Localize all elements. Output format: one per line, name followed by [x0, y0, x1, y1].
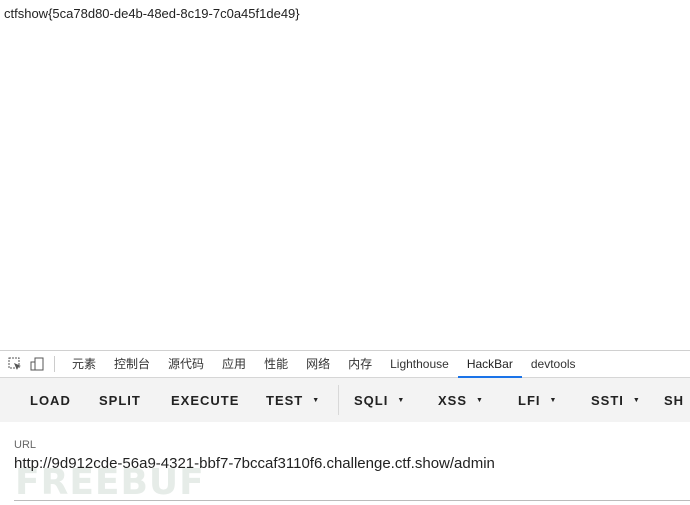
test-label: TEST — [266, 392, 304, 408]
caret-down-icon: ▼ — [312, 396, 321, 404]
sqli-label: SQLI — [354, 392, 389, 408]
url-underline — [14, 500, 690, 501]
execute-label: EXECUTE — [171, 392, 240, 408]
tab-elements[interactable]: 元素 — [63, 351, 105, 378]
shell-dropdown[interactable]: SH — [664, 378, 684, 422]
tab-lighthouse[interactable]: Lighthouse — [381, 351, 458, 378]
tab-memory[interactable]: 内存 — [339, 351, 381, 378]
flag-text: ctfshow{5ca78d80-de4b-48ed-8c19-7c0a45f1… — [4, 6, 300, 21]
devtools-tabbar: 元素 控制台 源代码 应用 性能 网络 内存 Lighthouse HackBa… — [0, 351, 690, 378]
tab-console[interactable]: 控制台 — [105, 351, 159, 378]
url-field[interactable]: URL http://9d912cde-56a9-4321-bbf7-7bcca… — [14, 439, 690, 472]
lfi-dropdown[interactable]: LFI ▼ — [518, 378, 557, 422]
xss-dropdown[interactable]: XSS ▼ — [438, 378, 484, 422]
caret-down-icon: ▼ — [549, 396, 558, 404]
tab-sources[interactable]: 源代码 — [159, 351, 213, 378]
url-label: URL — [14, 439, 37, 451]
caret-down-icon: ▼ — [476, 396, 484, 404]
divider — [54, 356, 55, 372]
caret-down-icon: ▼ — [397, 396, 406, 404]
sqli-dropdown[interactable]: SQLI ▼ — [354, 378, 405, 422]
load-label: LOAD — [30, 392, 71, 408]
test-dropdown[interactable]: TEST ▼ — [266, 378, 320, 422]
devtools-panel: 元素 控制台 源代码 应用 性能 网络 内存 Lighthouse HackBa… — [0, 350, 690, 505]
tab-devtools[interactable]: devtools — [522, 351, 585, 378]
split-label: SPLIT — [99, 392, 141, 408]
divider — [338, 385, 339, 415]
shell-label: SH — [664, 392, 685, 408]
ssti-label: SSTI — [591, 392, 624, 408]
inspect-element-icon[interactable] — [8, 357, 22, 371]
caret-down-icon: ▼ — [632, 396, 641, 404]
xss-label: XSS — [438, 392, 468, 408]
lfi-label: LFI — [518, 392, 541, 408]
tab-application[interactable]: 应用 — [213, 351, 255, 378]
split-button[interactable]: SPLIT — [99, 378, 141, 422]
tab-performance[interactable]: 性能 — [255, 351, 297, 378]
tab-network[interactable]: 网络 — [297, 351, 339, 378]
execute-button[interactable]: EXECUTE — [171, 378, 239, 422]
hackbar-toolbar: LOAD SPLIT EXECUTE TEST ▼ SQLI ▼ XSS ▼ LFI ▼… — [0, 378, 690, 422]
load-button[interactable]: LOAD — [30, 378, 71, 422]
tab-hackbar[interactable]: HackBar — [457, 351, 522, 378]
url-input[interactable]: http://9d912cde-56a9-4321-bbf7-7bccaf311… — [14, 455, 690, 472]
ssti-dropdown[interactable]: SSTI ▼ — [591, 378, 641, 422]
device-toolbar-icon[interactable] — [30, 357, 44, 371]
